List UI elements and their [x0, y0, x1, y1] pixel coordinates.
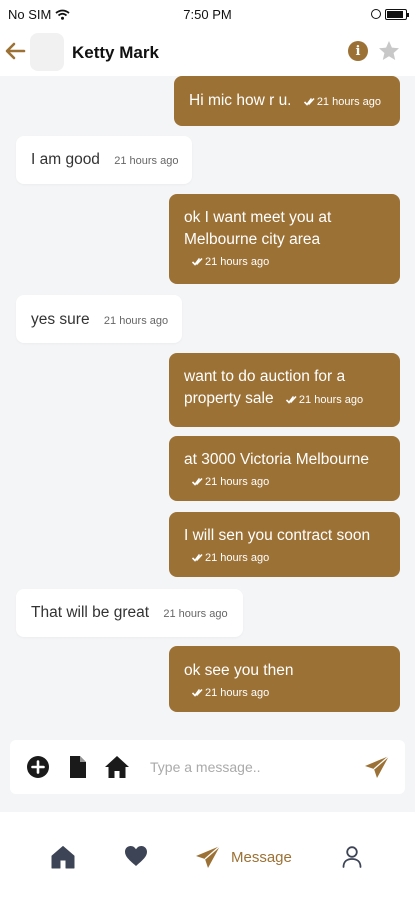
- message-text-line: at 3000 Victoria Melbourne: [184, 451, 369, 468]
- person-icon: [342, 846, 362, 868]
- message-text-line: property sale: [184, 390, 274, 407]
- message-time: 21 hours ago: [103, 315, 169, 327]
- incoming-message: yes sure 21 hours ago: [16, 295, 182, 343]
- message-time: 21 hours ago: [303, 96, 382, 108]
- message-time: 21 hours ago: [192, 251, 400, 273]
- outgoing-message: I will sen you contract soon 21 hours ag…: [169, 512, 400, 577]
- contact-name: Ketty Mark: [72, 43, 159, 62]
- double-check-icon: [192, 553, 203, 562]
- message-time: 21 hours ago: [163, 608, 228, 620]
- message-text-line: ok see you then: [184, 662, 294, 679]
- message-time-text: 21 hours ago: [316, 96, 382, 108]
- nav-favorites[interactable]: [124, 845, 148, 867]
- message-text-line: Melbourne city area: [184, 231, 321, 248]
- message-time: 21 hours ago: [114, 155, 179, 167]
- message-time-text: 21 hours ago: [298, 394, 364, 406]
- status-bar: No SIM 7:50 PM: [0, 0, 415, 28]
- message-time-text: 21 hours ago: [205, 552, 270, 564]
- message-time-text: 21 hours ago: [205, 476, 270, 488]
- message-text: yes sure: [31, 311, 90, 328]
- message-text: That will be great: [31, 604, 150, 621]
- message-text-line: I will sen you contract soon: [184, 527, 371, 544]
- status-right: [371, 8, 409, 20]
- double-check-icon: [192, 257, 203, 266]
- incoming-message: I am good 21 hours ago: [16, 136, 192, 184]
- add-icon[interactable]: [26, 755, 50, 779]
- message-time: 21 hours ago: [285, 394, 364, 406]
- orientation-lock-icon: [371, 9, 381, 19]
- message-time-text: 21 hours ago: [205, 687, 270, 699]
- double-check-icon: [303, 97, 315, 106]
- battery-icon: [385, 8, 409, 20]
- send-icon: [196, 845, 221, 868]
- bottom-nav: Message: [0, 812, 415, 900]
- message-time-text: 21 hours ago: [205, 256, 270, 268]
- nav-profile[interactable]: [342, 845, 362, 869]
- document-icon[interactable]: [66, 755, 90, 779]
- home-icon[interactable]: [104, 755, 130, 779]
- send-icon[interactable]: [364, 755, 390, 779]
- message-text: I am good: [31, 151, 100, 168]
- double-check-icon: [192, 688, 203, 697]
- back-arrow-icon[interactable]: [4, 40, 26, 62]
- nav-message-label: Message: [231, 848, 292, 866]
- star-icon[interactable]: [377, 39, 401, 63]
- status-time: 7:50 PM: [183, 6, 232, 22]
- info-icon[interactable]: i: [348, 41, 368, 61]
- message-composer: [10, 740, 405, 794]
- home-icon: [51, 846, 75, 869]
- message-text: Hi mic how r u.: [189, 92, 292, 109]
- chat-header: Ketty Mark i: [0, 28, 415, 76]
- nav-message[interactable]: Message: [195, 845, 292, 869]
- message-time: 21 hours ago: [192, 471, 400, 493]
- outgoing-message: want to do auction for a property sale 2…: [169, 353, 400, 427]
- outgoing-message: ok I want meet you at Melbourne city are…: [169, 194, 400, 284]
- outgoing-message: Hi mic how r u. 21 hours ago: [174, 76, 400, 126]
- double-check-icon: [285, 395, 297, 404]
- message-input[interactable]: [150, 754, 350, 780]
- heart-icon: [125, 846, 147, 866]
- message-time: 21 hours ago: [192, 682, 400, 704]
- message-text-line: want to do auction for a: [184, 368, 346, 385]
- double-check-icon: [192, 477, 203, 486]
- contact-avatar[interactable]: [30, 33, 64, 71]
- outgoing-message: at 3000 Victoria Melbourne 21 hours ago: [169, 436, 400, 501]
- incoming-message: That will be great 21 hours ago: [16, 589, 243, 637]
- message-text-line: ok I want meet you at: [184, 209, 332, 226]
- outgoing-message: ok see you then 21 hours ago: [169, 646, 400, 712]
- nav-home[interactable]: [51, 845, 75, 869]
- message-time: 21 hours ago: [192, 547, 400, 569]
